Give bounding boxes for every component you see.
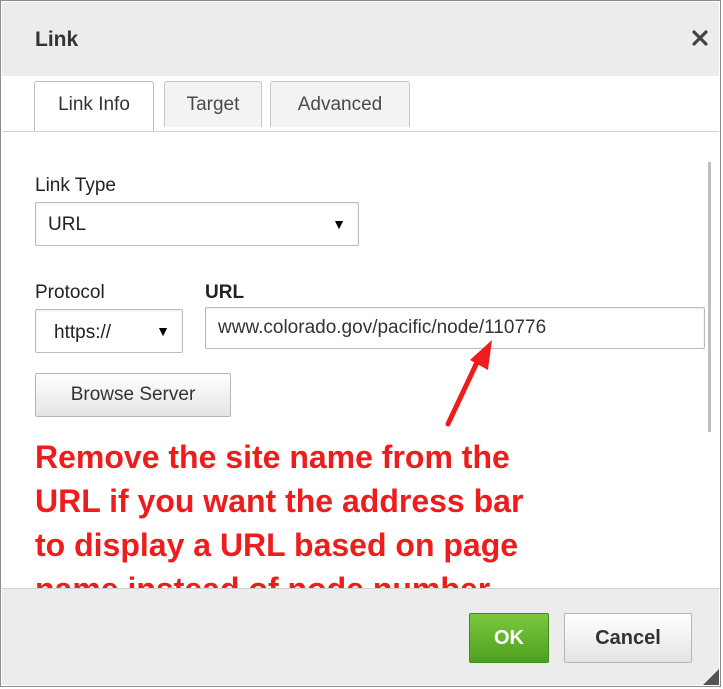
protocol-value: https:// — [54, 322, 112, 343]
chevron-down-icon: ▼ — [332, 216, 346, 232]
annotation-line: Remove the site name from the — [35, 439, 510, 475]
cancel-button[interactable]: Cancel — [564, 613, 692, 663]
ok-button[interactable]: OK — [469, 613, 549, 663]
link-info-panel: Link Type URL ▼ Protocol URL https:// ▼ … — [2, 131, 719, 607]
url-label: URL — [205, 282, 245, 303]
tab-link-info[interactable]: Link Info — [34, 81, 154, 131]
annotation-line: to display a URL based on page — [35, 527, 519, 563]
dialog-titlebar: Link — [2, 2, 719, 76]
link-type-label: Link Type — [35, 175, 116, 196]
content-scrollbar[interactable] — [708, 162, 711, 432]
close-icon[interactable] — [687, 24, 713, 52]
arrow-icon — [445, 340, 492, 427]
dialog-footer: OK Cancel — [2, 588, 719, 685]
resize-handle-icon[interactable] — [699, 665, 719, 685]
link-type-value: URL — [48, 214, 87, 235]
annotation-note: Remove the site name from the URL if you… — [35, 435, 715, 611]
browse-server-button[interactable]: Browse Server — [35, 373, 231, 417]
annotation-line: URL if you want the address bar — [35, 483, 524, 519]
tab-advanced[interactable]: Advanced — [270, 81, 410, 127]
link-dialog: Link Link Info Target Advanced Link Type… — [0, 0, 721, 687]
link-type-select[interactable]: URL ▼ — [35, 202, 359, 246]
chevron-down-icon: ▼ — [156, 323, 170, 339]
protocol-label: Protocol — [35, 282, 105, 303]
dialog-title: Link — [35, 28, 79, 51]
tab-target[interactable]: Target — [164, 81, 262, 127]
protocol-select[interactable]: https:// ▼ — [35, 309, 183, 353]
